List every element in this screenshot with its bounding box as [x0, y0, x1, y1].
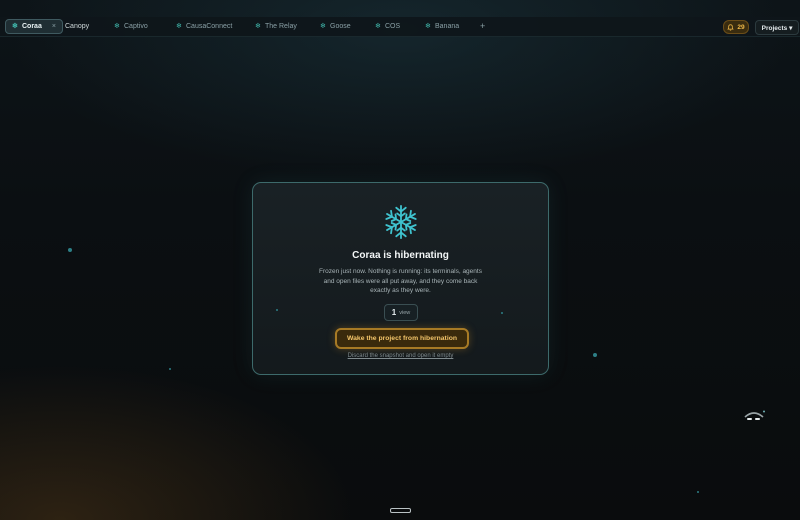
- view-count: 1: [391, 308, 397, 317]
- snowflake-small-icon: ❄: [12, 22, 18, 30]
- tab-the-relay[interactable]: ❄ The Relay: [255, 20, 297, 33]
- project-tab-bar: ❄ Coraa × Canopy ❄ Captivo ❄ CausaConnec…: [0, 17, 800, 37]
- discard-snapshot-link[interactable]: Discard the snapshot and open it empty: [253, 353, 548, 359]
- tab-label: COS: [385, 23, 401, 30]
- tab-banana[interactable]: ❄ Banana: [425, 20, 459, 33]
- tab-goose[interactable]: ❄ Goose: [320, 20, 351, 33]
- bottom-handle[interactable]: [390, 508, 411, 513]
- view-count-label: view: [399, 309, 411, 316]
- hibernation-card: Coraa is hibernating Frozen just now. No…: [252, 182, 549, 375]
- tab-label: The Relay: [265, 23, 297, 30]
- tab-coraa[interactable]: ❄ Coraa ×: [5, 19, 63, 34]
- background-sparkle: [276, 309, 278, 311]
- projects-label: Projects ▾: [761, 24, 793, 32]
- tab-label: Banana: [435, 23, 460, 30]
- projects-menu-button[interactable]: Projects ▾: [755, 20, 799, 35]
- hibernation-title: Coraa is hibernating: [352, 250, 449, 261]
- tab-label: Coraa: [22, 23, 42, 30]
- tab-label: Canopy: [65, 23, 90, 30]
- view-count-badge: 1 view: [384, 304, 418, 321]
- tab-label: Goose: [330, 23, 351, 30]
- wake-project-button[interactable]: Wake the project from hibernation: [335, 328, 469, 349]
- snowflake-small-icon: ❄: [255, 22, 261, 30]
- snowflake-small-icon: ❄: [375, 22, 381, 30]
- tab-captivo[interactable]: ❄ Captivo: [114, 20, 148, 33]
- connection-status-icon[interactable]: [743, 410, 765, 426]
- notification-count: 29: [737, 23, 745, 31]
- notifications-badge[interactable]: 29: [723, 20, 749, 34]
- background-sparkle: [697, 491, 699, 493]
- wake-button-label: Wake the project from hibernation: [346, 335, 458, 342]
- plus-icon: +: [480, 21, 486, 31]
- bell-icon: [727, 23, 735, 31]
- tab-label: CausaConnect: [186, 23, 233, 30]
- tab-cos[interactable]: ❄ COS: [375, 20, 400, 33]
- snowflake-small-icon: ❄: [176, 22, 182, 30]
- close-tab-icon[interactable]: ×: [52, 20, 56, 33]
- tab-causaconnect[interactable]: ❄ CausaConnect: [176, 20, 232, 33]
- tab-canopy[interactable]: Canopy: [65, 20, 89, 33]
- background-sparkle: [68, 248, 72, 252]
- background-sparkle: [501, 312, 503, 314]
- background-sparkle: [593, 353, 597, 357]
- add-tab-button[interactable]: +: [480, 20, 485, 33]
- tab-label: Captivo: [124, 23, 148, 30]
- hibernation-description: Frozen just now. Nothing is running: its…: [319, 268, 482, 294]
- snowflake-small-icon: ❄: [114, 22, 120, 30]
- background-sparkle: [169, 368, 171, 370]
- snowflake-small-icon: ❄: [320, 22, 326, 30]
- snowflake-small-icon: ❄: [425, 22, 431, 30]
- snowflake-icon: [383, 204, 419, 240]
